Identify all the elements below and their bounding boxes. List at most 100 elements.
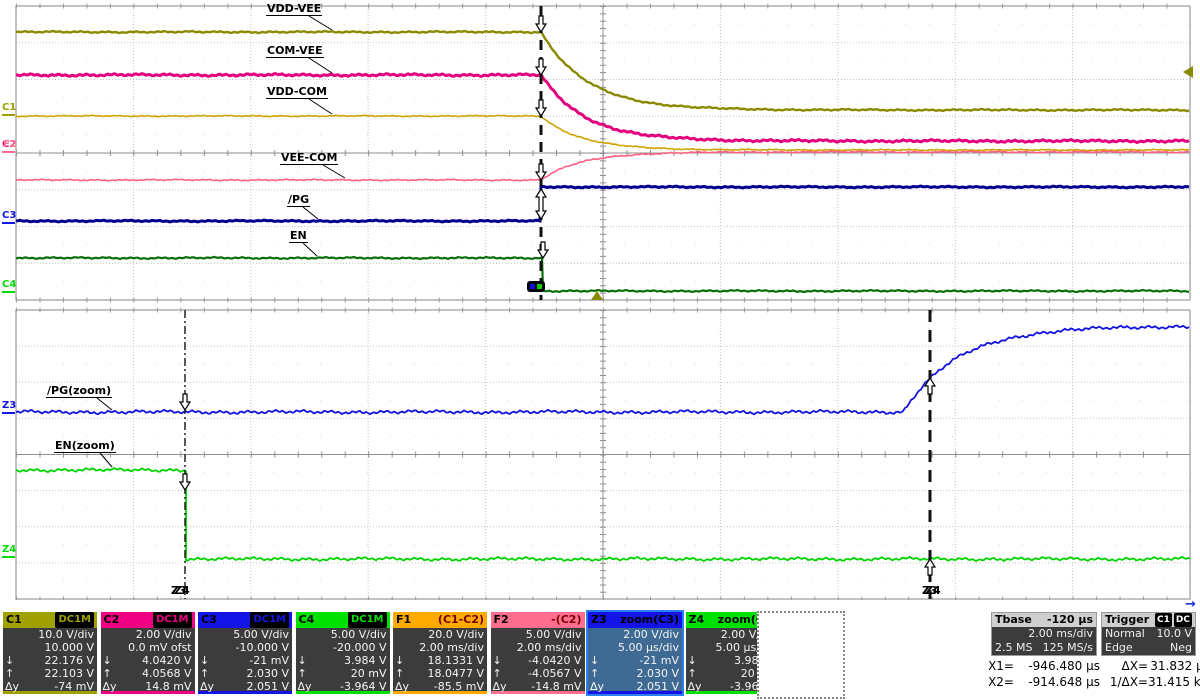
measure-glyph [5, 641, 21, 654]
channel-id-label: C4 [298, 613, 315, 626]
source-expression-label: (C1-C2) [437, 613, 484, 626]
cursor-marker-arrow-icon [923, 376, 937, 395]
wave-label-vdd-vee: VDD-VEE [266, 2, 323, 16]
measure-glyph: ↓ [5, 654, 15, 667]
trigger-time-marker-icon[interactable] [591, 291, 603, 300]
measure-glyph [200, 641, 216, 654]
descriptor-value: 20.0 V/div [428, 628, 484, 641]
descriptor-value: 2.030 V [636, 667, 679, 680]
descriptor-value: -4.0567 V [528, 667, 582, 680]
cursor-marker-arrow-icon [534, 58, 548, 77]
descriptor-value: 4.0568 V [141, 667, 192, 680]
timebase-memory: 2.5 MS [995, 641, 1033, 654]
descriptor-c1[interactable]: C1 DC1M 10.0 V/div 10.000 V ↓ 22.176 V ↑ 22.103… [3, 612, 97, 694]
measure-glyph [298, 641, 314, 654]
timebase-delay: -120 µs [1047, 613, 1093, 626]
measure-glyph: ↓ [590, 654, 600, 667]
trigger-level-marker-icon[interactable] [1183, 66, 1193, 78]
descriptor-value: 10.000 V [44, 641, 94, 654]
descriptor-value: 4.0420 V [141, 654, 192, 667]
descriptor-value: 22.176 V [44, 654, 94, 667]
measure-glyph: ↑ [200, 667, 210, 680]
measure-glyph: ↓ [102, 654, 112, 667]
trigger-descriptor[interactable]: Trigger C1 DC Normal 10.0 V Edge Neg [1101, 612, 1196, 656]
trace-indicator-c4[interactable]: C4 [2, 280, 16, 293]
channel-descriptor-row: C1 DC1M 10.0 V/div 10.000 V ↓ 22.176 V ↑ 22.103… [3, 610, 780, 696]
channel-id-label: Z4 [688, 613, 705, 626]
descriptor-value: -21 mV [249, 654, 289, 667]
trace-indicator-c2[interactable]: C2 F2 [2, 140, 17, 153]
measure-glyph: ↑ [395, 667, 405, 680]
descriptor-value: 20 mV [350, 667, 387, 680]
measure-glyph [103, 641, 119, 654]
wave-label-vee-com: VEE-COM [280, 151, 339, 165]
descriptor-value: 2.00 ms/div [419, 641, 484, 654]
channel-id-label: C2 [103, 613, 120, 626]
descriptor-value: 5.00 V/div [525, 628, 582, 641]
measure-glyph: ↑ [5, 667, 15, 680]
measure-glyph: Δy [687, 680, 702, 693]
descriptor-f1[interactable]: F1 (C1-C2) 20.0 V/div 2.00 ms/div ↓ 18.1331 V… [393, 612, 487, 694]
trace-indicator-z4[interactable]: Z4 [2, 545, 16, 558]
descriptor-z3[interactable]: Z3 zoom(C3) 2.00 V/div 5.00 µs/div ↓ -21 mV ↑ 2… [586, 610, 684, 696]
timebase-descriptor[interactable]: Tbase -120 µs 2.00 ms/div 2.5 MS 125 MS/… [991, 612, 1097, 656]
descriptor-value: 22.103 V [44, 667, 94, 680]
measure-glyph [493, 641, 509, 654]
descriptor-value: 5.00 V/div [233, 628, 289, 641]
trigger-mode: Normal [1105, 627, 1145, 640]
measure-glyph [200, 628, 216, 641]
trigger-level: 10.0 V [1156, 627, 1192, 640]
descriptor-value: -4.0420 V [528, 654, 582, 667]
zoom-region-badge [527, 281, 545, 292]
waveform-display [15, 3, 1193, 600]
x1-label: X1= [988, 659, 1014, 673]
descriptor-value: 5.00 µs/div [618, 641, 679, 654]
descriptor-f2[interactable]: F2 -(C2) 5.00 V/div 2.00 ms/div ↓ -4.0420 V ↑ -… [490, 612, 585, 694]
wave-label--pg-zoom-: /PG(zoom) [46, 384, 113, 398]
descriptor-c2[interactable]: C2 DC1M 2.00 V/div 0.0 mV ofst ↓ 4.0420 V ↑ 4.0… [100, 612, 195, 694]
measure-glyph: ↑ [492, 667, 502, 680]
timebase-samplerate: 125 MS/s [1042, 641, 1093, 654]
descriptor-value: 10.0 V/div [38, 628, 94, 641]
descriptor-value: 18.1331 V [427, 654, 484, 667]
measure-glyph [5, 628, 21, 641]
descriptor-value: 0.0 mV ofst [128, 641, 192, 654]
channel-id-label: C1 [6, 613, 22, 626]
source-expression-label: zoom(C3) [620, 613, 679, 626]
descriptor-value: 2.00 ms/div [516, 641, 582, 654]
next-page-arrow-icon[interactable]: → [1185, 597, 1196, 612]
measure-glyph: ↓ [297, 654, 307, 667]
trace-indicator-c1[interactable]: C1 [2, 103, 16, 116]
channel-id-label: F2 [493, 613, 509, 626]
measure-glyph [590, 641, 606, 654]
trace-indicator-z3[interactable]: Z3 [2, 401, 16, 414]
descriptor-value: 5.00 V/div [330, 628, 387, 641]
status-bar: C1 DC1M 10.0 V/div 10.000 V ↓ 22.176 V ↑ 22.103… [0, 597, 1200, 700]
descriptor-c3[interactable]: C3 DC1M 5.00 V/div -10.000 V ↓ -21 mV ↑ 2.030 V… [198, 612, 292, 694]
channel-id-label: Z3 [591, 613, 607, 626]
measure-glyph: ↓ [200, 654, 210, 667]
cursor-trace-tag: Z3 Z4 [922, 584, 941, 597]
empty-descriptor-slot[interactable] [757, 611, 845, 699]
cursor-marker-arrow-icon [923, 557, 937, 576]
descriptor-value: 2.030 V [246, 667, 289, 680]
measure-glyph: Δy [200, 680, 215, 693]
measure-glyph [395, 641, 411, 654]
descriptor-value: 14.8 mV [145, 680, 192, 693]
cursor-marker-arrow-icon [534, 15, 548, 34]
wave-label-vdd-com: VDD-COM [266, 85, 328, 99]
trace-indicator-c3[interactable]: C3 [2, 211, 16, 224]
descriptor-value: -3.964 V [340, 680, 387, 693]
trigger-type: Edge [1105, 641, 1133, 654]
measure-glyph [298, 628, 314, 641]
descriptor-c4[interactable]: C4 DC1M 5.00 V/div -20.000 V ↓ 3.984 V ↑ 20 mV Δ… [295, 612, 390, 694]
trigger-slope: Neg [1170, 641, 1192, 654]
cursor-marker-arrow-icon [534, 99, 548, 118]
trigger-coupling-badge: DC [1173, 613, 1192, 627]
descriptor-value: -10.000 V [235, 641, 289, 654]
measure-glyph: Δy [590, 680, 605, 693]
measure-glyph [688, 628, 704, 641]
measure-glyph [103, 628, 119, 641]
channel-id-label: C3 [201, 613, 217, 626]
cursor-marker-arrow-icon [178, 473, 192, 492]
